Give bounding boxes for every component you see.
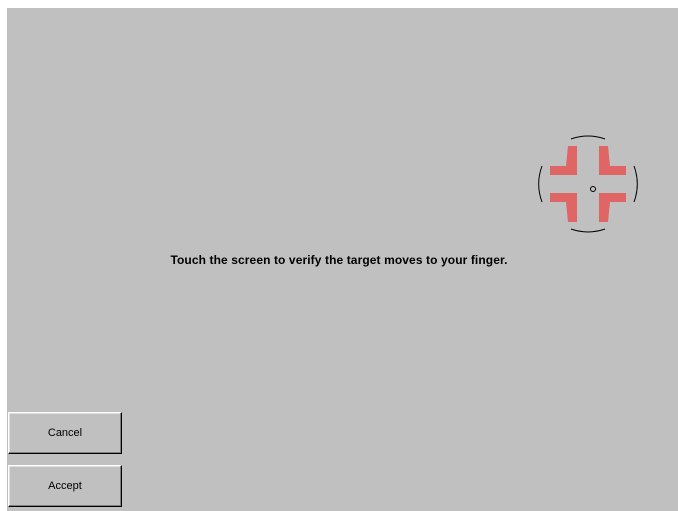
instruction-text: Touch the screen to verify the target mo… — [170, 253, 508, 267]
accept-button[interactable]: Accept — [8, 465, 122, 507]
cancel-button[interactable]: Cancel — [8, 412, 122, 454]
calibration-target-icon — [526, 122, 650, 246]
